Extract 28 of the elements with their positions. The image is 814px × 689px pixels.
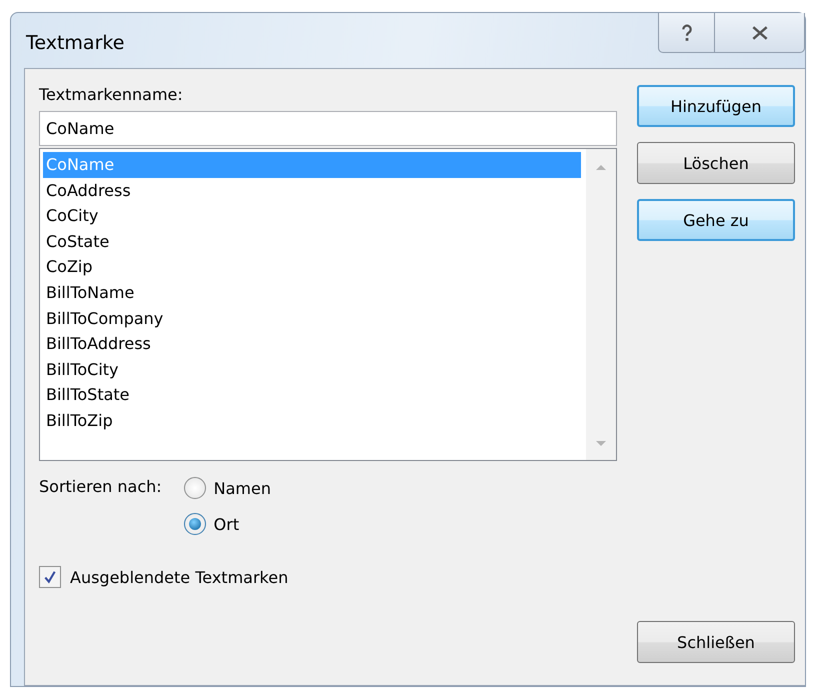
name-field[interactable]: CoName <box>39 111 617 146</box>
check-icon <box>43 570 57 584</box>
dialog-button[interactable]: Gehe zu <box>637 199 795 241</box>
list-item[interactable]: CoZip <box>43 254 586 280</box>
checkbox[interactable] <box>39 566 61 588</box>
radio-label[interactable]: Namen <box>214 478 271 498</box>
close-button[interactable] <box>715 13 805 53</box>
bookmark-list[interactable]: CoName CoAddress CoCity CoState CoZip BillToName BillToCompany BillToAddress BillToCity BillToState BillToZip <box>39 148 617 461</box>
list-item[interactable]: CoCity <box>43 203 586 229</box>
window-title: Textmarke <box>26 32 124 54</box>
list-item[interactable]: BillToZip <box>43 408 586 434</box>
list-item[interactable]: BillToName <box>43 280 586 306</box>
sort-label: Sortieren nach: <box>39 477 162 498</box>
close-button[interactable]: Schließen <box>637 621 795 663</box>
radio-label[interactable]: Ort <box>214 514 240 534</box>
list-item[interactable]: BillToState <box>43 382 586 408</box>
list-item[interactable]: BillToAddress <box>43 331 586 357</box>
radio-button[interactable] <box>184 477 206 499</box>
list-item[interactable]: CoAddress <box>43 178 586 204</box>
list-item[interactable]: BillToCity <box>43 356 586 382</box>
field-label: Textmarkenname: <box>39 85 184 104</box>
help-button[interactable] <box>658 13 715 53</box>
dialog-button[interactable]: Hinzufügen <box>637 85 795 127</box>
list-item[interactable]: BillToCompany <box>43 306 586 332</box>
list-item[interactable]: CoState <box>43 228 586 254</box>
radio-button[interactable] <box>184 513 206 535</box>
checkbox-label[interactable]: Ausgeblendete Textmarken <box>70 568 288 586</box>
dialog-button[interactable]: Löschen <box>637 142 795 184</box>
